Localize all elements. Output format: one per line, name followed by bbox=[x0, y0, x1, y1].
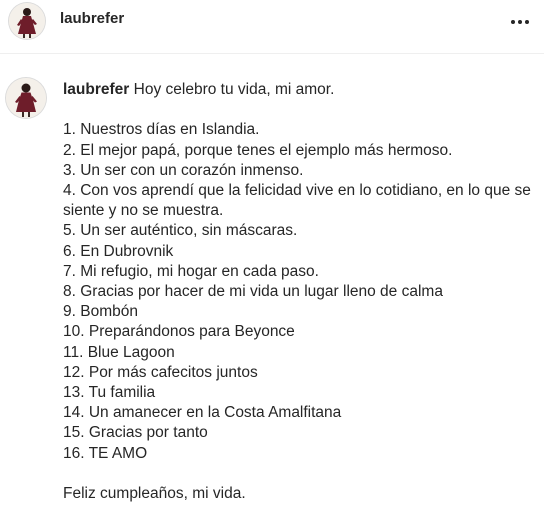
list-item: 13. Tu familia bbox=[63, 384, 156, 402]
post-username[interactable]: laubrefer bbox=[60, 10, 124, 28]
list-item: 6. En Dubrovnik bbox=[63, 242, 174, 260]
list-item: 5. Un ser auténtico, sin máscaras. bbox=[63, 222, 298, 240]
list-item: 1. Nuestros días en Islandia. bbox=[63, 121, 260, 139]
list-item: 4. Con vos aprendí que la felicidad vive… bbox=[63, 182, 531, 220]
list-item: 12. Por más cafecitos juntos bbox=[63, 363, 258, 381]
list-item: 11. Blue Lagoon bbox=[63, 343, 175, 361]
profile-photo-icon bbox=[6, 78, 46, 118]
post-caption: laubrefer Hoy celebro tu vida, mi amor. … bbox=[63, 80, 539, 504]
list-item: 7. Mi refugio, mi hogar en cada paso. bbox=[63, 262, 319, 280]
list-item: 10. Preparándonos para Beyonce bbox=[63, 323, 295, 341]
list-item: 3. Un ser con un corazón inmenso. bbox=[63, 161, 304, 179]
caption-list: 1. Nuestros días en Islandia. 2. El mejo… bbox=[63, 120, 539, 463]
caption-intro: Hoy celebro tu vida, mi amor. bbox=[133, 81, 335, 98]
profile-photo-icon bbox=[9, 3, 45, 39]
list-item: 14. Un amanecer en la Costa Amalfitana bbox=[63, 404, 342, 422]
list-item: 9. Bombón bbox=[63, 303, 138, 321]
post-header: laubrefer bbox=[0, 0, 544, 54]
caption-closing: Feliz cumpleaños, mi vida. bbox=[63, 485, 246, 503]
more-options-icon[interactable] bbox=[508, 11, 532, 31]
list-item: 16. TE AMO bbox=[63, 444, 148, 462]
avatar[interactable] bbox=[9, 3, 45, 39]
caption-avatar[interactable] bbox=[6, 78, 46, 118]
caption-intro-line: laubrefer Hoy celebro tu vida, mi amor. bbox=[63, 80, 539, 100]
caption-username[interactable]: laubrefer bbox=[63, 81, 129, 98]
list-item: 2. El mejor papá, porque tenes el ejempl… bbox=[63, 141, 453, 159]
list-item: 8. Gracias por hacer de mi vida un lugar… bbox=[63, 283, 443, 301]
list-item: 15. Gracias por tanto bbox=[63, 424, 208, 442]
